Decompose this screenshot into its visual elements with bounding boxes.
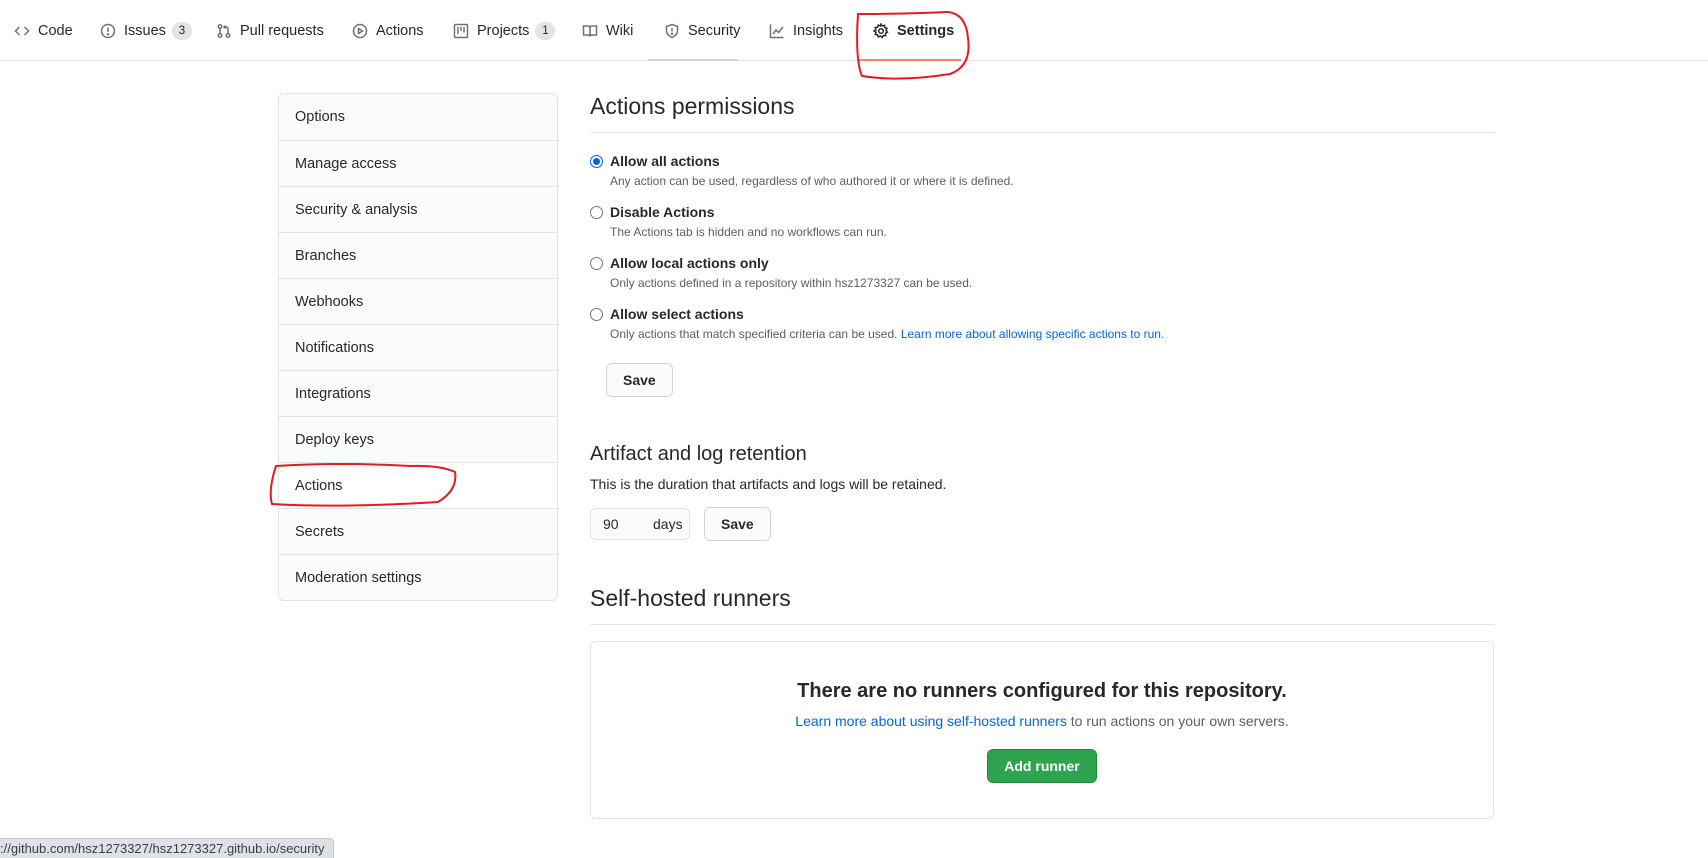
sidebar-item-label: Deploy keys [295,431,374,448]
projects-counter: 1 [535,21,556,40]
radio-note: Only actions that match specified criter… [610,327,1494,341]
retention-description: This is the duration that artifacts and … [590,476,947,492]
tab-insights[interactable]: Insights [769,0,843,61]
sidebar-item-secrets[interactable]: Secrets [279,508,557,554]
tab-actions[interactable]: Actions [352,0,424,61]
learn-more-select-actions-link[interactable]: Learn more about allowing specific actio… [901,327,1164,341]
issues-counter: 3 [171,21,192,40]
radio-note-text: Only actions that match specified criter… [610,327,898,341]
sidebar-item-label: Branches [295,247,357,264]
sidebar-item-security-analysis[interactable]: Security & analysis [279,186,557,232]
git-pull-request-icon [216,23,232,39]
retention-days-unit: days [653,516,683,532]
runners-empty-suffix: to run actions on your own servers. [1070,713,1289,729]
sidebar-item-label: Options [295,109,345,125]
retention-days-value[interactable]: 90 [591,516,653,532]
allow-select-actions-radio[interactable] [590,308,603,321]
tab-issues-label: Issues [124,22,166,39]
sidebar-item-label: Security & analysis [295,201,418,218]
tab-wiki[interactable]: Wiki [582,0,633,61]
sidebar-item-actions[interactable]: Actions [279,462,557,508]
radio-label[interactable]: Allow all actions [610,153,1494,169]
option-disable-actions[interactable]: Disable Actions The Actions tab is hidde… [590,204,1494,239]
sidebar-item-branches[interactable]: Branches [279,232,557,278]
settings-sidebar: Options Manage access Security & analysi… [278,93,558,601]
option-allow-local-actions[interactable]: Allow local actions only Only actions de… [590,255,1494,290]
sidebar-item-label: Notifications [295,339,374,356]
play-icon [352,23,368,39]
disable-actions-radio[interactable] [590,206,603,219]
tab-projects[interactable]: Projects 1 [453,0,556,61]
retention-days-field[interactable]: 90 days [590,508,690,540]
tab-projects-label: Projects [477,22,530,39]
main-content: Actions permissions Allow all actions An… [590,93,1494,819]
tab-pull-requests-label: Pull requests [240,22,324,39]
radio-label[interactable]: Allow select actions [610,306,1494,322]
gear-icon [873,22,889,39]
sidebar-item-moderation-settings[interactable]: Moderation settings [279,554,557,600]
artifact-retention-heading: Artifact and log retention [590,443,807,465]
radio-label[interactable]: Disable Actions [610,204,1494,220]
sidebar-item-label: Integrations [295,385,371,402]
repo-nav: Code Issues 3 Pull requests Actions Proj… [0,0,1708,61]
runners-empty-title: There are no runners configured for this… [797,680,1287,702]
tab-settings[interactable]: Settings [873,0,954,61]
sidebar-item-deploy-keys[interactable]: Deploy keys [279,416,557,462]
tab-code[interactable]: Code [14,0,73,61]
code-icon [14,23,30,39]
allow-local-actions-radio[interactable] [590,257,603,270]
actions-permissions-heading: Actions permissions [590,93,1494,133]
runners-empty-text: Learn more about using self-hosted runne… [591,713,1493,729]
sidebar-item-label: Secrets [295,523,345,540]
tab-insights-label: Insights [793,22,843,39]
sidebar-item-label: Actions [295,477,343,494]
option-allow-all-actions[interactable]: Allow all actions Any action can be used… [590,153,1494,188]
tab-actions-label: Actions [376,22,424,39]
tab-code-label: Code [38,22,73,39]
sidebar-item-integrations[interactable]: Integrations [279,370,557,416]
issue-opened-icon [100,23,116,39]
sidebar-item-options[interactable]: Options [279,94,557,140]
option-allow-select-actions[interactable]: Allow select actions Only actions that m… [590,306,1494,341]
settings-tab-selected-underline [857,59,961,61]
radio-note: Only actions defined in a repository wit… [610,276,973,290]
graph-icon [769,23,785,39]
tab-pull-requests[interactable]: Pull requests [216,0,324,61]
sidebar-item-notifications[interactable]: Notifications [279,324,557,370]
radio-label[interactable]: Allow local actions only [610,255,1494,271]
tab-settings-label: Settings [897,22,955,39]
learn-more-runners-link[interactable]: Learn more about using self-hosted runne… [795,713,1067,729]
tab-wiki-label: Wiki [606,22,634,39]
sidebar-item-label: Moderation settings [295,569,422,586]
allow-all-actions-radio[interactable] [590,155,603,168]
sidebar-item-label: Manage access [295,155,397,172]
radio-note: Any action can be used, regardless of wh… [610,174,1014,188]
runners-empty-state: There are no runners configured for this… [590,641,1494,819]
add-runner-button[interactable]: Add runner [987,749,1097,783]
book-icon [582,23,598,39]
sidebar-item-webhooks[interactable]: Webhooks [279,278,557,324]
tab-security-label: Security [688,22,741,39]
sidebar-item-label: Webhooks [295,293,364,310]
security-tab-hover-underline [648,59,738,61]
project-icon [453,23,469,39]
save-permissions-button[interactable]: Save [606,363,673,397]
sidebar-item-manage-access[interactable]: Manage access [279,140,557,186]
self-hosted-runners-heading: Self-hosted runners [590,585,1494,625]
browser-status-url: ://github.com/hsz1273327/hsz1273327.gith… [0,838,334,858]
tab-security[interactable]: Security [664,0,740,61]
tab-issues[interactable]: Issues 3 [100,0,192,61]
radio-note: The Actions tab is hidden and no workflo… [610,225,887,239]
save-retention-button[interactable]: Save [704,507,771,541]
shield-icon [664,23,680,39]
